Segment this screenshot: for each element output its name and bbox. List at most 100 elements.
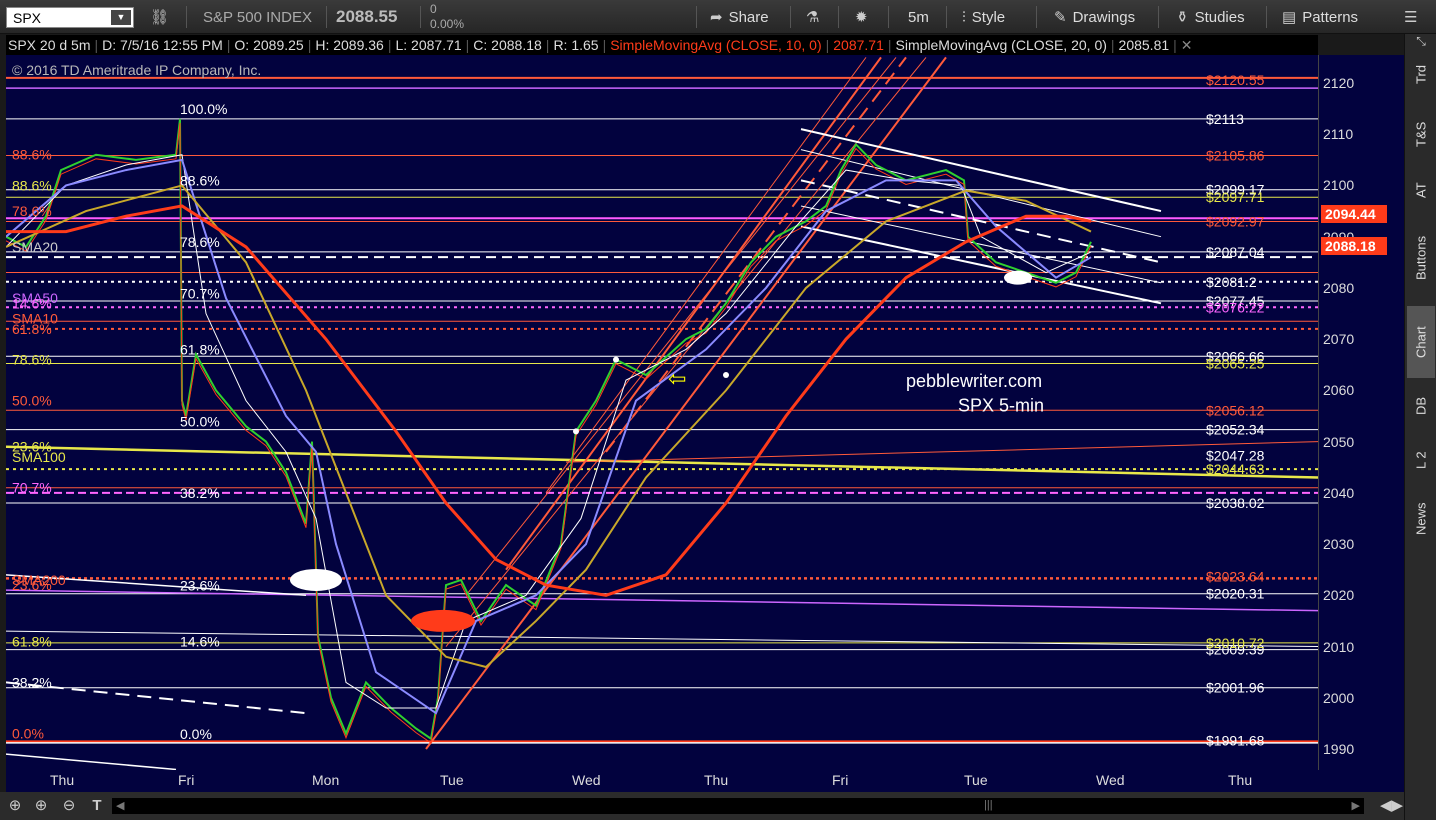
left-label-1: 88.6% bbox=[12, 177, 52, 193]
flask-icon[interactable]: ⚗ bbox=[806, 0, 819, 34]
status-close: C: 2088.18 bbox=[473, 37, 542, 53]
tab-ts[interactable]: T&S bbox=[1407, 102, 1435, 166]
tab-db[interactable]: DB bbox=[1407, 380, 1435, 432]
zoom-out-icon[interactable]: ⊖ bbox=[60, 797, 78, 815]
left-label-15: 61.8% bbox=[12, 633, 52, 649]
tab-chart[interactable]: Chart bbox=[1407, 306, 1435, 378]
drawings-button[interactable]: ✎ Drawings bbox=[1054, 0, 1135, 34]
fib-label-7: 23.6% bbox=[180, 577, 220, 593]
y-tick-label: 2010 bbox=[1323, 638, 1355, 655]
y-tick-label: 2110 bbox=[1323, 126, 1354, 143]
rising-channel-2 bbox=[465, 57, 897, 596]
rising-channel-4 bbox=[545, 57, 867, 494]
timeframe-button[interactable]: 5m bbox=[908, 0, 929, 34]
flask-icon: ⚱ bbox=[1176, 9, 1189, 26]
sma10-study[interactable]: SimpleMovingAvg (CLOSE, 10, 0) bbox=[608, 37, 823, 53]
price-badge-sma: 2094.44 bbox=[1321, 204, 1387, 223]
right-label-1: $2113 bbox=[1206, 111, 1244, 127]
scroll-left-icon[interactable]: ◀ bbox=[116, 799, 124, 812]
share-button[interactable]: ➦ Share bbox=[710, 0, 769, 34]
more-icon[interactable]: ✕ bbox=[1179, 37, 1195, 54]
fib-label-1: 88.6% bbox=[180, 173, 220, 189]
chart-bottom-bar: ⊕ ⊕ ⊖ T ◀ ||| ▶ ◀▶ bbox=[0, 792, 1404, 820]
chart-canvas[interactable]: ⇦88.6%88.6%78.6%SMA20SMA5014.6%SMA1061.8… bbox=[5, 55, 1319, 771]
price-badge-last: 2088.18 bbox=[1321, 237, 1387, 256]
left-label-3: SMA20 bbox=[12, 239, 58, 255]
rising-channel-1 bbox=[445, 57, 927, 647]
chart-title: SPX 20 d 5m bbox=[8, 37, 91, 53]
right-label-22: $1991.68 bbox=[1206, 732, 1265, 748]
price-axis[interactable]: 2120211021002090208020702060205020402030… bbox=[1318, 55, 1404, 770]
scroll-right-icon[interactable]: ▶ bbox=[1352, 799, 1360, 812]
side-panel: ⤡ Trd T&S AT Buttons Chart DB L 2 News bbox=[1404, 34, 1436, 820]
status-range: R: 1.65 bbox=[553, 37, 599, 53]
rising-channel-dashed bbox=[605, 56, 907, 453]
right-label-5: $2092.97 bbox=[1206, 213, 1265, 229]
left-label-9: 50.0% bbox=[12, 393, 52, 409]
falling-channel-bottom bbox=[800, 225, 1162, 305]
patterns-button[interactable]: ▤ Patterns bbox=[1282, 0, 1358, 34]
zoom-in-icon[interactable]: ⊕ bbox=[32, 797, 50, 815]
left-label-12: 70.7% bbox=[12, 480, 52, 496]
tab-l2[interactable]: L 2 bbox=[1407, 434, 1435, 486]
symbol-selector[interactable]: SPX ▼ bbox=[6, 7, 134, 28]
y-tick-label: 2050 bbox=[1323, 433, 1355, 450]
tab-buttons[interactable]: Buttons bbox=[1407, 214, 1435, 302]
red-oval-marker bbox=[411, 609, 475, 632]
right-label-15: $2044.63 bbox=[1206, 461, 1265, 477]
left-label-14: 23.6% bbox=[12, 577, 52, 593]
fib-label-8: 14.6% bbox=[180, 634, 220, 650]
left-label-0: 88.6% bbox=[12, 147, 52, 163]
crosshair-icon[interactable]: ⊕ bbox=[6, 797, 24, 815]
studies-button[interactable]: ⚱ Studies bbox=[1176, 0, 1245, 34]
y-tick-label: 2000 bbox=[1323, 689, 1355, 706]
tab-at[interactable]: AT bbox=[1407, 168, 1435, 212]
right-label-21: $2001.96 bbox=[1206, 680, 1265, 696]
copyright-text: © 2016 TD Ameritrade IP Company, Inc. bbox=[12, 62, 261, 78]
right-label-2: $2105.86 bbox=[1206, 147, 1265, 163]
x-tick-label: Wed bbox=[1096, 772, 1125, 788]
right-label-18: $2020.31 bbox=[1206, 586, 1265, 602]
status-open: O: 2089.25 bbox=[234, 37, 304, 53]
symbol-text: SPX bbox=[13, 9, 42, 26]
text-tool-icon[interactable]: T bbox=[88, 797, 106, 815]
sma20-study[interactable]: SimpleMovingAvg (CLOSE, 20, 0) bbox=[894, 37, 1109, 53]
yellow-arrow-icon: ⇦ bbox=[668, 366, 686, 391]
white-dot-1 bbox=[613, 356, 619, 363]
status-low: L: 2087.71 bbox=[395, 37, 462, 53]
horizontal-scrollbar[interactable]: ◀ ||| ▶ bbox=[112, 798, 1364, 814]
right-label-12: $2056.12 bbox=[1206, 402, 1265, 418]
y-tick-label: 1990 bbox=[1323, 741, 1355, 757]
left-label-11: SMA100 bbox=[12, 449, 66, 465]
fib-label-2: 78.6% bbox=[180, 234, 220, 250]
status-date: D: 7/5/16 12:55 PM bbox=[102, 37, 223, 53]
tab-news[interactable]: News bbox=[1407, 488, 1435, 550]
x-tick-label: Thu bbox=[50, 772, 75, 788]
style-button[interactable]: ⫶ Style bbox=[962, 0, 1005, 34]
fib-label-9: 0.0% bbox=[180, 726, 212, 742]
y-tick-label: 2070 bbox=[1323, 331, 1355, 348]
chart-toolbar: SPX ▼ ⛓ S&P 500 INDEX 2088.55 0 0.00% ➦ S… bbox=[0, 0, 1436, 34]
left-label-17: 0.0% bbox=[12, 726, 44, 742]
x-tick-label: Thu bbox=[1228, 772, 1253, 788]
tab-trd[interactable]: Trd bbox=[1407, 48, 1435, 100]
sma10-value: 2087.71 bbox=[833, 37, 884, 53]
fib-label-6: 38.2% bbox=[180, 485, 220, 501]
last-price: 2088.55 bbox=[336, 7, 398, 26]
fib-label-5: 50.0% bbox=[180, 413, 220, 429]
expand-icon[interactable]: ◀▶ bbox=[1380, 797, 1403, 815]
price-chart[interactable]: ⇦ 88.6% 88.6% 78.6% SMA20 SMA50 14.6% SMA10 61.8… bbox=[5, 55, 1319, 771]
link-icon[interactable]: ⛓ bbox=[150, 0, 169, 34]
sma-red-curve bbox=[6, 204, 1092, 597]
chevron-down-icon[interactable]: ▼ bbox=[111, 10, 131, 25]
x-tick-label: Tue bbox=[440, 772, 464, 788]
menu-icon[interactable]: ☰ bbox=[1404, 0, 1417, 34]
y-tick-label: 2120 bbox=[1323, 75, 1355, 91]
trend-line-bottom bbox=[5, 753, 177, 771]
y-tick-label: 2040 bbox=[1323, 484, 1355, 501]
left-label-8: 78.6% bbox=[12, 352, 52, 368]
white-dot-3 bbox=[573, 428, 579, 435]
time-axis[interactable]: Thu Fri Mon Tue Wed Thu Fri Tue Wed Thu bbox=[6, 770, 1404, 792]
sma100-line bbox=[5, 445, 1319, 479]
gear-icon[interactable]: ✹ bbox=[855, 0, 868, 34]
